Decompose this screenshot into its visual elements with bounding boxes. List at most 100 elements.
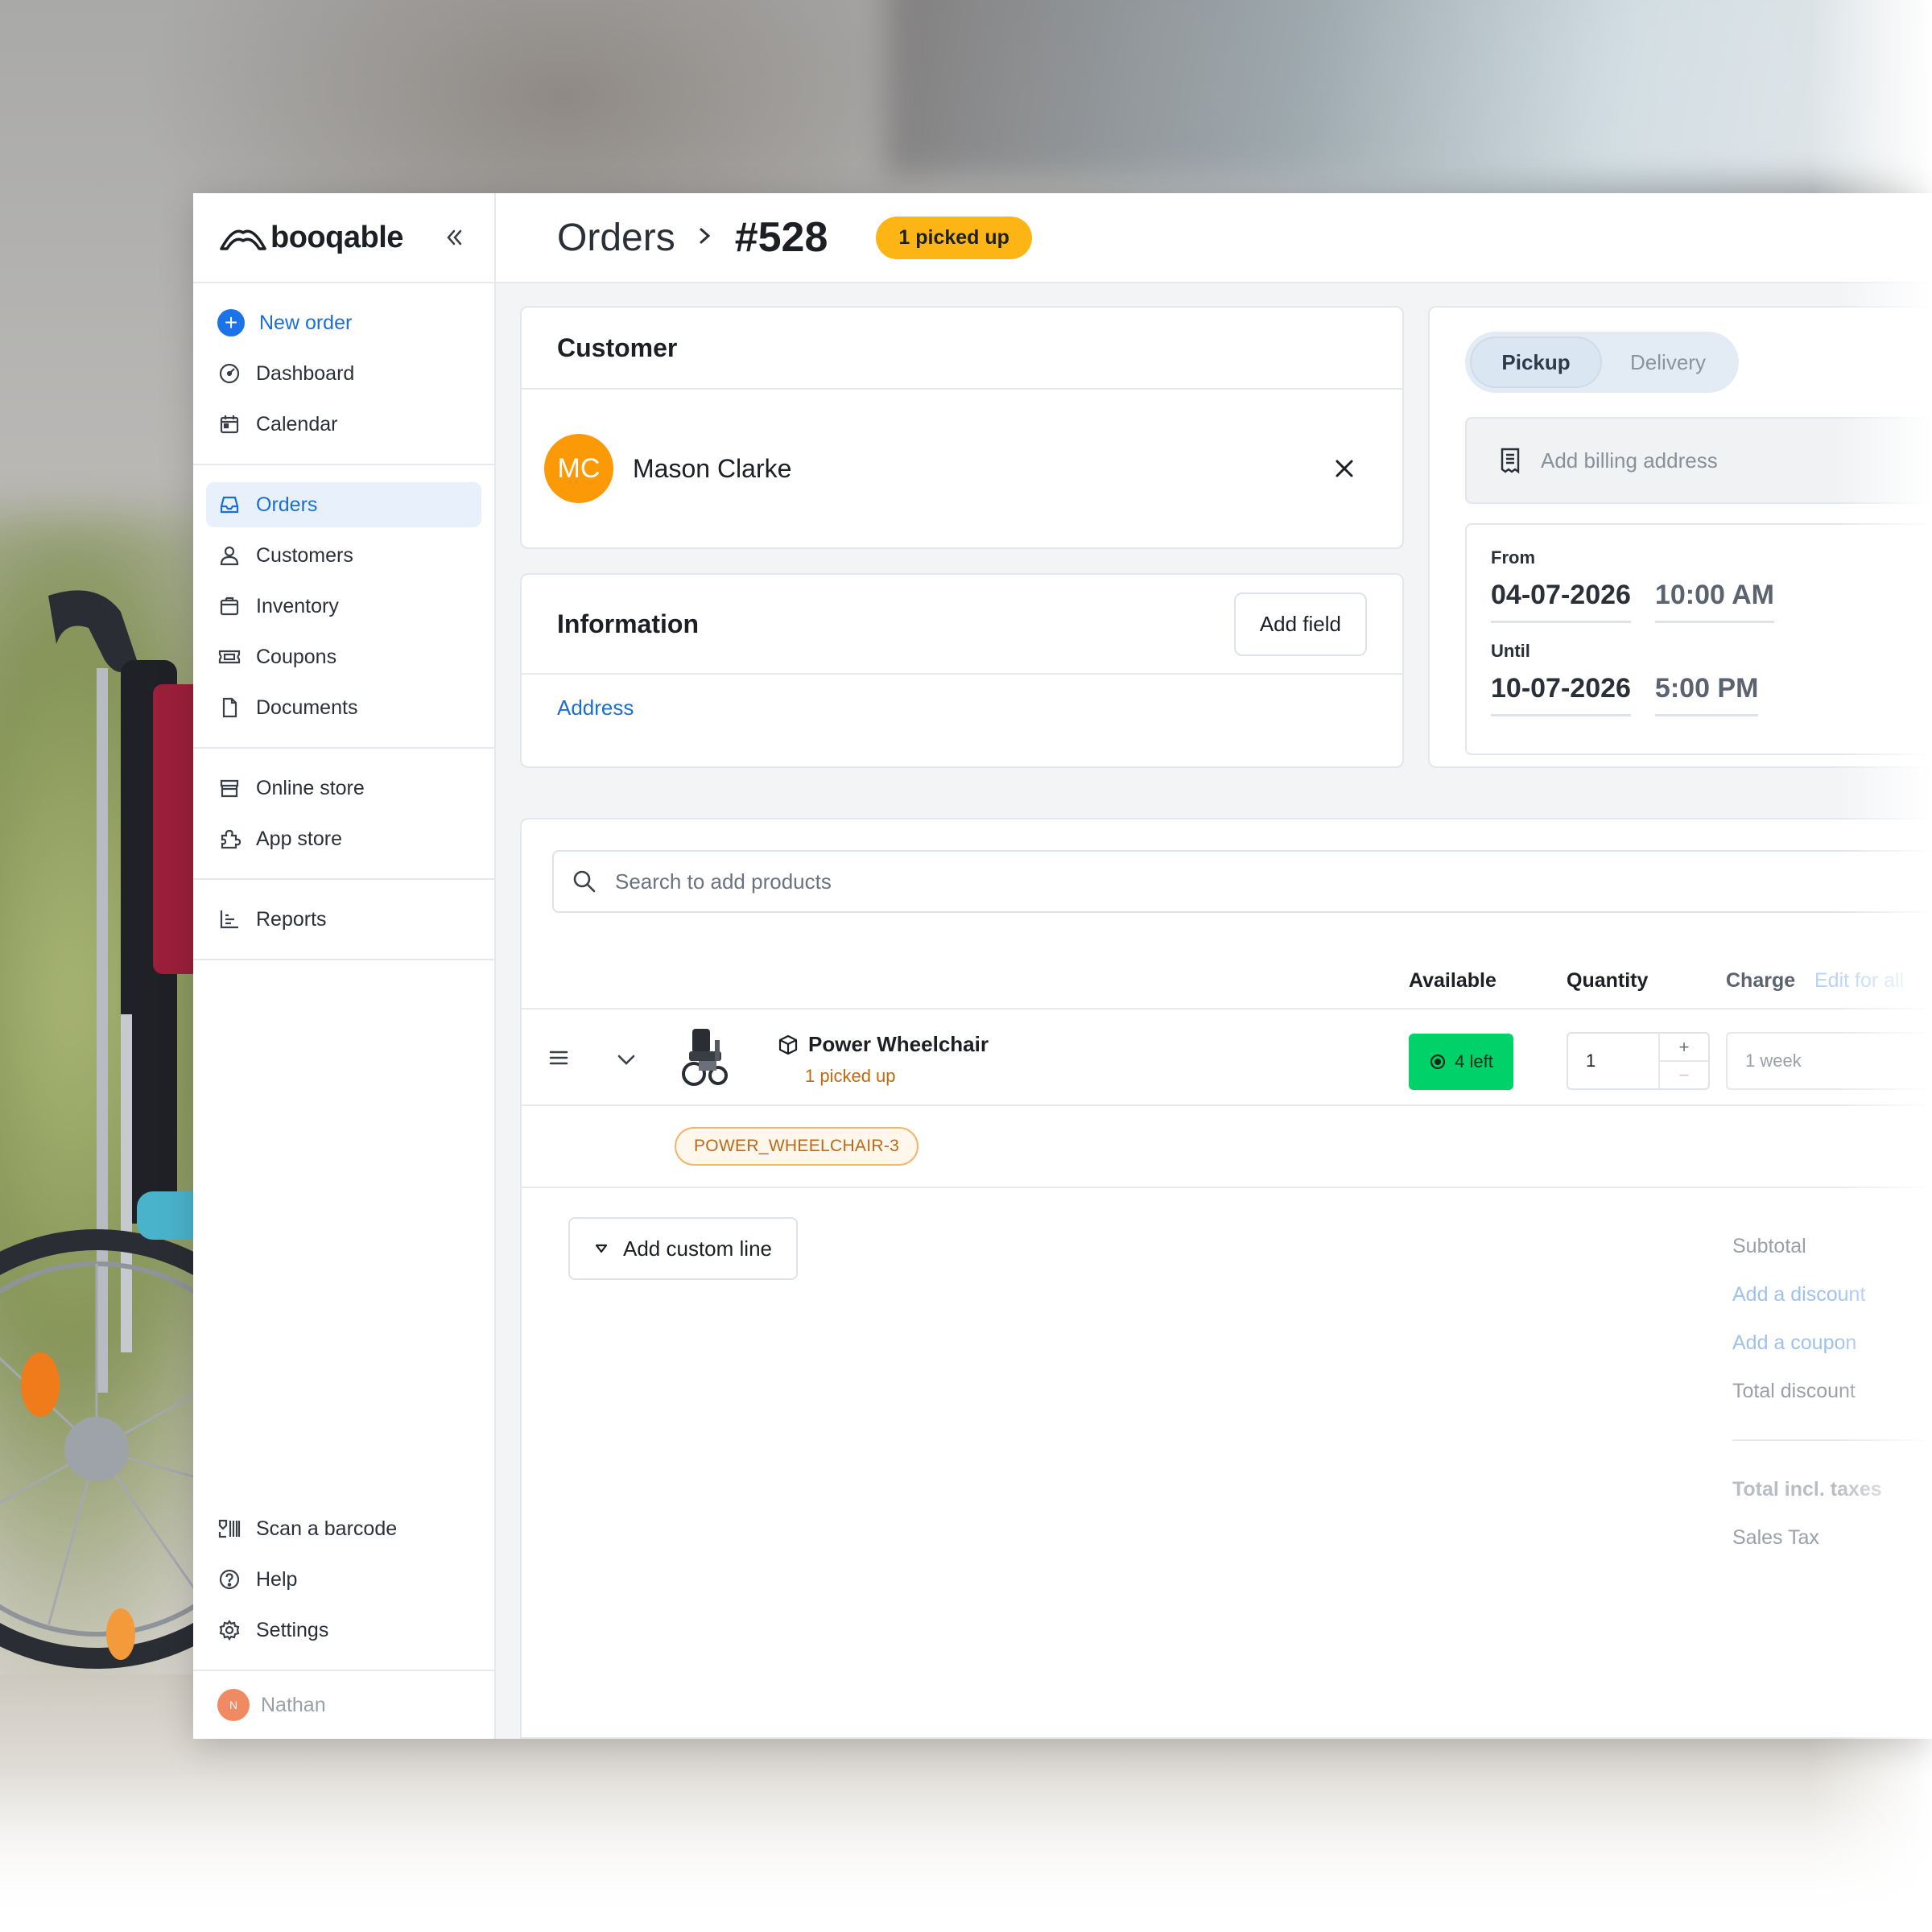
- document-icon: [217, 696, 242, 720]
- sidebar: booqable + New order Dashboard Calendar …: [193, 193, 496, 1739]
- barcode-icon: [217, 1517, 242, 1541]
- add-custom-line-button[interactable]: Add custom line: [568, 1217, 798, 1280]
- total-incl-taxes-label: Total incl. taxes: [1732, 1477, 1882, 1501]
- search-input[interactable]: [615, 869, 1259, 894]
- store-icon: [217, 776, 242, 800]
- column-quantity: Quantity: [1567, 969, 1649, 992]
- table-row: Power Wheelchair 1 picked up 4 left + − …: [522, 1009, 1932, 1106]
- add-field-button[interactable]: Add field: [1233, 592, 1367, 656]
- quantity-stepper: + −: [1567, 1032, 1710, 1090]
- quantity-input[interactable]: [1568, 1034, 1658, 1088]
- puzzle-icon: [217, 827, 242, 851]
- charge-period-field[interactable]: 1 week: [1726, 1032, 1932, 1090]
- sidebar-item-coupons[interactable]: Coupons: [206, 634, 481, 679]
- fulfillment-toggle: Pickup Delivery: [1465, 332, 1739, 393]
- sidebar-item-reports[interactable]: Reports: [206, 897, 481, 942]
- main-content: Orders #528 1 picked up Customer MC Maso…: [496, 193, 1932, 1739]
- brand-logo[interactable]: booqable: [219, 221, 403, 255]
- billing-address-placeholder: Add billing address: [1541, 448, 1718, 473]
- triangle-down-icon: [595, 1244, 608, 1253]
- collapse-sidebar-button[interactable]: [438, 221, 470, 254]
- sidebar-item-documents[interactable]: Documents: [206, 685, 481, 730]
- address-link[interactable]: Address: [522, 675, 1402, 741]
- customer-avatar: MC: [544, 434, 613, 503]
- information-card-header: Information Add field: [522, 575, 1402, 675]
- status-badge: 1 picked up: [876, 216, 1032, 259]
- sidebar-item-label: Coupons: [256, 645, 337, 668]
- double-chevron-left-icon: [447, 229, 462, 246]
- add-coupon-link[interactable]: Add a coupon: [1732, 1319, 1932, 1367]
- add-custom-line-label: Add custom line: [623, 1236, 772, 1261]
- brand-name: booqable: [270, 220, 403, 254]
- until-time-field[interactable]: 5:00 PM: [1654, 673, 1759, 716]
- until-row: 10-07-2026 5:00 PM: [1491, 673, 1932, 716]
- sidebar-item-inventory[interactable]: Inventory: [206, 584, 481, 629]
- subtotal-label: Subtotal: [1732, 1234, 1806, 1257]
- decrement-button[interactable]: −: [1660, 1060, 1708, 1088]
- user-name: Nathan: [261, 1693, 326, 1716]
- total-discount-label: Total discount: [1732, 1379, 1856, 1402]
- divider: [522, 1104, 1932, 1106]
- user-menu[interactable]: N Nathan: [193, 1671, 494, 1739]
- sidebar-item-calendar[interactable]: Calendar: [206, 402, 481, 447]
- until-date-field[interactable]: 10-07-2026: [1491, 673, 1631, 716]
- tab-pickup[interactable]: Pickup: [1470, 336, 1602, 388]
- availability-badge[interactable]: 4 left: [1409, 1034, 1513, 1090]
- until-label: Until: [1491, 641, 1530, 661]
- sidebar-item-settings[interactable]: Settings: [206, 1608, 481, 1653]
- close-icon: [1335, 460, 1353, 477]
- order-lines-panel: Available Quantity Charge Edit for all: [520, 818, 1932, 1739]
- sidebar-item-dashboard[interactable]: Dashboard: [206, 351, 481, 396]
- sidebar-item-help[interactable]: Help: [206, 1557, 481, 1602]
- new-order-button[interactable]: + New order: [206, 300, 481, 345]
- add-discount-link[interactable]: Add a discount: [1732, 1270, 1932, 1319]
- add-billing-address-button[interactable]: Add billing address: [1465, 417, 1932, 504]
- product-status: 1 picked up: [805, 1066, 896, 1086]
- customer-row: MC Mason Clarke: [522, 390, 1402, 547]
- calendar-icon: [217, 412, 242, 436]
- box-icon: [217, 594, 242, 618]
- availability-label: 4 left: [1455, 1051, 1493, 1071]
- from-time-field[interactable]: 10:00 AM: [1654, 580, 1774, 623]
- information-card-title: Information: [557, 609, 699, 638]
- sidebar-item-label: Scan a barcode: [256, 1517, 398, 1540]
- edit-for-all-link[interactable]: Edit for all: [1814, 969, 1904, 993]
- sidebar-item-customers[interactable]: Customers: [206, 533, 481, 578]
- sidebar-item-scan-barcode[interactable]: Scan a barcode: [206, 1506, 481, 1551]
- product-name[interactable]: Power Wheelchair: [778, 1032, 989, 1057]
- from-date-field[interactable]: 04-07-2026: [1491, 580, 1631, 623]
- booqable-logo-icon: [220, 229, 266, 250]
- fulfillment-card: Pickup Delivery Add billing address From…: [1428, 306, 1932, 768]
- chevron-down-icon[interactable]: [615, 1048, 638, 1075]
- tab-delivery[interactable]: Delivery: [1602, 336, 1734, 388]
- sku-tag[interactable]: POWER_WHEELCHAIR-3: [675, 1127, 919, 1166]
- breadcrumb-orders[interactable]: Orders: [557, 216, 675, 260]
- page-title: #528: [734, 214, 828, 261]
- sidebar-item-label: Help: [256, 1567, 298, 1591]
- remove-customer-button[interactable]: [1328, 452, 1360, 485]
- user-icon: [217, 543, 242, 568]
- column-charge: Charge: [1726, 969, 1796, 992]
- from-row: 04-07-2026 10:00 AM: [1491, 580, 1932, 623]
- package-icon: [778, 1034, 798, 1055]
- nav-group-records: Orders Customers Inventory Coupons Docum…: [193, 465, 494, 749]
- divider: [522, 1187, 1932, 1188]
- increment-button[interactable]: +: [1660, 1034, 1708, 1060]
- customer-name[interactable]: Mason Clarke: [633, 454, 791, 484]
- new-order-label: New order: [259, 311, 353, 334]
- from-label: From: [1491, 547, 1535, 568]
- rental-period: From 04-07-2026 10:00 AM Until 10-07-202…: [1465, 523, 1932, 755]
- inbox-icon: [217, 493, 242, 517]
- sidebar-item-label: Documents: [256, 696, 358, 719]
- nav-group-store: Online store App store: [193, 749, 494, 880]
- sidebar-item-online-store[interactable]: Online store: [206, 766, 481, 811]
- dashboard-icon: [217, 361, 242, 386]
- nav-group-reports: Reports: [193, 880, 494, 960]
- sidebar-item-orders[interactable]: Orders: [206, 482, 481, 527]
- ticket-icon: [217, 645, 242, 669]
- drag-handle-icon[interactable]: [547, 1046, 570, 1073]
- information-card: Information Add field Address: [520, 573, 1404, 768]
- sidebar-item-label: Customers: [256, 543, 353, 567]
- receipt-icon: [1501, 448, 1520, 474]
- sidebar-item-app-store[interactable]: App store: [206, 816, 481, 861]
